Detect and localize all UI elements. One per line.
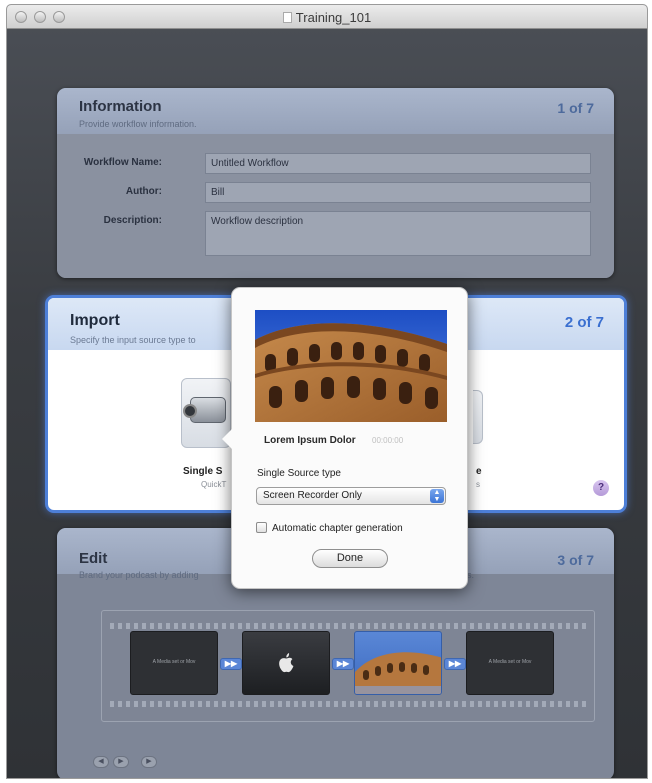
select-arrows-icon: ▲ ▼ [430,489,444,503]
chapter-checkbox[interactable] [256,522,267,533]
description-label: Description: [103,215,162,226]
import-step-count: 2 of 7 [564,314,604,331]
description-field[interactable]: Workflow description [205,211,591,256]
photo-caption: Lorem Ipsum Dolor [264,435,356,446]
help-button[interactable]: ? [593,480,609,496]
play-button[interactable]: ▶ [141,756,157,768]
workflow-name-row: Workflow Name: Untitled Workflow [57,153,614,175]
source-type-value: Screen Recorder Only [263,490,362,501]
photo-subcaption: 00:00:00 [372,436,404,445]
second-source-tile[interactable] [473,390,483,444]
outro-clip-label: A Media set or Mov [488,659,532,665]
apple-logo-icon [279,653,294,673]
information-title: Information [79,98,162,115]
author-label: Author: [125,186,162,197]
import-title: Import [70,312,120,329]
import-subtitle: Specify the input source type to [70,335,196,345]
app-window: Training_101 Information Provide workflo… [6,4,648,779]
timeline-bottom-dots [110,701,586,707]
single-source-label: Single S [183,466,223,477]
photo-clip[interactable] [354,631,442,695]
previous-button[interactable]: ◀ [93,756,109,768]
second-source-label: e [476,466,482,477]
chapter-checkbox-row[interactable]: Automatic chapter generation [256,518,403,536]
transition-icon[interactable]: ▶▶ [444,658,466,670]
chapter-checkbox-label: Automatic chapter generation [272,523,403,534]
transition-icon[interactable]: ▶▶ [332,658,354,670]
second-source-sublabel: s [476,480,480,489]
preview-photo [255,310,447,422]
outro-clip[interactable]: A Media set or Mov [466,631,554,695]
author-row: Author: Bill [57,182,614,204]
camcorder-icon [183,397,226,423]
title-bar: Training_101 [7,5,647,29]
source-type-select[interactable]: Screen Recorder Only ▲ ▼ [256,487,446,505]
done-button[interactable]: Done [312,549,388,568]
window-title-area: Training_101 [7,10,647,25]
next-frame-button[interactable]: ▶ [113,756,129,768]
information-panel[interactable]: Information Provide workflow information… [57,88,614,278]
colosseum-photo-icon [255,310,447,422]
information-body: Workflow Name: Untitled Workflow Author:… [57,134,614,278]
colosseum-thumbnail-icon [355,652,441,694]
information-subtitle: Provide workflow information. [79,119,197,129]
description-row: Description: Workflow description [57,211,614,256]
intro-clip-label: A Media set or Mov [152,659,196,665]
document-icon [282,12,292,23]
workflow-name-label: Workflow Name: [83,157,162,168]
edit-step-count: 3 of 7 [557,552,594,568]
camcorder-lens-icon [183,404,197,418]
apple-clip[interactable] [242,631,330,695]
information-header: Information Provide workflow information… [57,88,614,134]
workflow-name-field[interactable]: Untitled Workflow [205,153,591,174]
edit-title: Edit [79,550,108,567]
information-step-count: 1 of 7 [557,100,594,116]
edit-subtitle: Brand your podcast by adding [79,570,199,580]
source-type-label: Single Source type [257,468,341,479]
popover-pointer [222,429,232,449]
transition-icon[interactable]: ▶▶ [220,658,242,670]
window-title: Training_101 [295,10,372,25]
edit-subtitle-tail: s. [467,570,475,580]
timeline-top-dots [110,623,586,629]
author-field[interactable]: Bill [205,182,591,203]
intro-clip[interactable]: A Media set or Mov [130,631,218,695]
single-source-sublabel: QuickT [201,480,227,489]
source-options-popover: Lorem Ipsum Dolor 00:00:00 Single Source… [222,287,468,589]
timeline[interactable]: A Media set or Mov ▶▶ ▶▶ ▶▶ A Media set … [101,610,595,722]
